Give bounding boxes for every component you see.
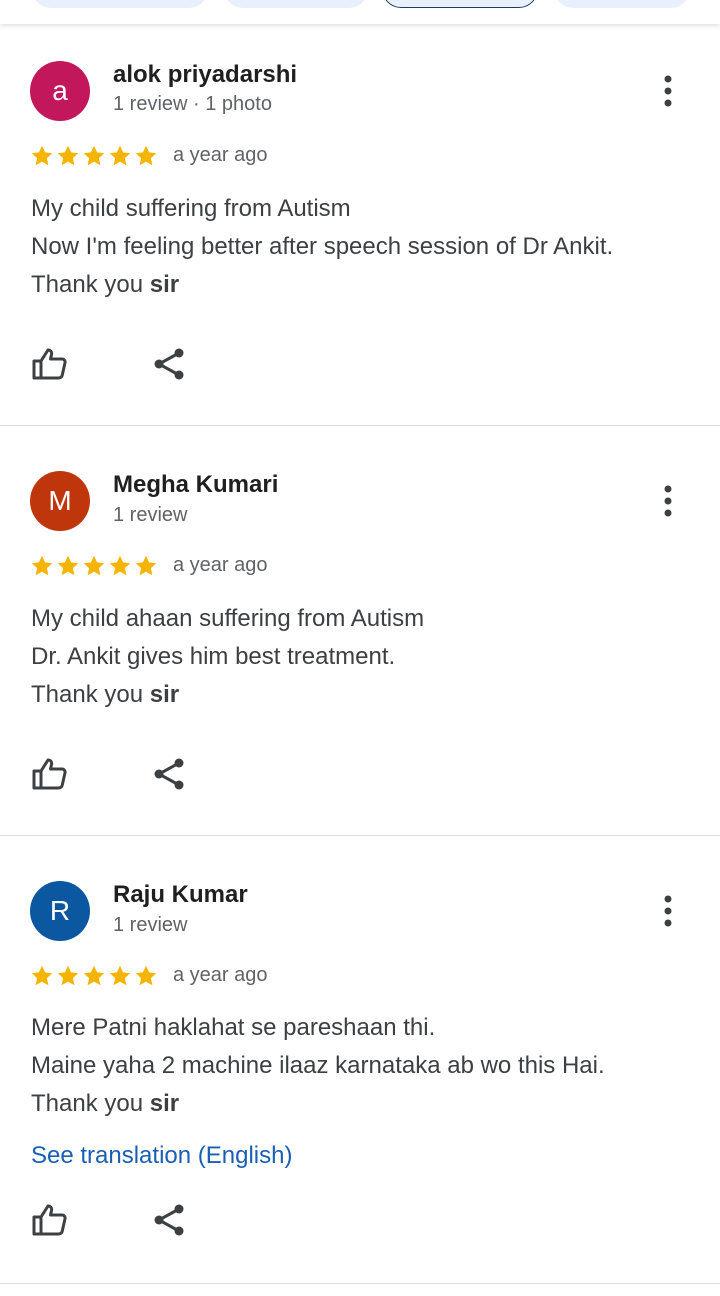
star-icon xyxy=(83,145,105,166)
reviewer-meta: 1 review xyxy=(113,914,188,936)
reviewer-meta: 1 review · 1 photo xyxy=(113,93,272,115)
review-closing: Thank you sir xyxy=(31,676,701,714)
see-translation-link[interactable]: See translation (English) xyxy=(31,1142,292,1170)
avatar[interactable]: a xyxy=(30,61,90,121)
reviewer-name[interactable]: Raju Kumar xyxy=(113,881,248,909)
review-closing: Thank you sir xyxy=(31,266,701,304)
review-time: a year ago xyxy=(173,964,268,986)
review-card: a alok priyadarshi 1 review · 1 photo a … xyxy=(0,26,720,426)
star-icon xyxy=(109,965,131,986)
thumb-up-icon xyxy=(32,1204,67,1236)
star-icon xyxy=(57,555,79,576)
closing-bold: sir xyxy=(149,271,180,298)
like-button[interactable] xyxy=(29,1200,69,1240)
review-line: My child suffering from Autism xyxy=(31,195,351,222)
filter-chip[interactable] xyxy=(224,0,368,8)
closing-bold: sir xyxy=(149,681,180,708)
star-icon xyxy=(135,965,157,986)
review-text[interactable]: My child ahaan suffering from Autism Dr.… xyxy=(31,600,701,714)
closing-text: Thank you xyxy=(31,681,150,708)
star-icon xyxy=(135,555,157,576)
share-icon xyxy=(154,758,184,790)
review-line: Now I'm feeling better after speech sess… xyxy=(31,233,614,260)
avatar[interactable]: R xyxy=(30,881,90,941)
thumb-up-icon xyxy=(32,348,67,380)
reviewer-name[interactable]: alok priyadarshi xyxy=(113,61,297,89)
review-line: Dr. Ankit gives him best treatment. xyxy=(31,643,396,670)
like-button[interactable] xyxy=(29,344,69,384)
share-button[interactable] xyxy=(149,754,189,794)
share-button[interactable] xyxy=(149,344,189,384)
review-line: Maine yaha 2 machine ilaaz karnataka ab … xyxy=(31,1052,605,1079)
star-rating xyxy=(30,144,158,168)
star-icon xyxy=(31,965,53,986)
closing-bold: sir xyxy=(149,1090,180,1117)
more-options-button[interactable] xyxy=(652,891,684,931)
more-vert-icon xyxy=(664,895,672,927)
more-options-button[interactable] xyxy=(652,71,684,111)
more-vert-icon xyxy=(664,485,672,517)
avatar[interactable]: M xyxy=(30,471,90,531)
review-line: My child ahaan suffering from Autism xyxy=(31,605,425,632)
like-button[interactable] xyxy=(29,754,69,794)
review-text[interactable]: My child suffering from Autism Now I'm f… xyxy=(31,190,701,304)
filter-chip[interactable] xyxy=(554,0,690,8)
share-button[interactable] xyxy=(149,1200,189,1240)
share-icon xyxy=(154,1204,184,1236)
thumb-up-icon xyxy=(32,758,67,790)
star-rating xyxy=(30,964,158,988)
more-vert-icon xyxy=(664,75,672,107)
star-icon xyxy=(135,145,157,166)
review-line: Mere Patni haklahat se pareshaan thi. xyxy=(31,1014,436,1041)
star-icon xyxy=(57,145,79,166)
star-icon xyxy=(31,555,53,576)
reviews-page: a alok priyadarshi 1 review · 1 photo a … xyxy=(0,0,720,1296)
filter-chip-selected[interactable] xyxy=(382,0,538,8)
reviewer-name[interactable]: Megha Kumari xyxy=(113,471,278,499)
star-icon xyxy=(31,145,53,166)
closing-text: Thank you xyxy=(31,1090,150,1117)
star-icon xyxy=(83,555,105,576)
filter-chip-bar xyxy=(0,0,720,24)
share-icon xyxy=(154,348,184,380)
review-text[interactable]: Mere Patni haklahat se pareshaan thi. Ma… xyxy=(31,1009,701,1123)
more-options-button[interactable] xyxy=(652,481,684,521)
reviewer-meta: 1 review xyxy=(113,504,188,526)
review-time: a year ago xyxy=(173,554,268,576)
review-card: R Raju Kumar 1 review a year ago Mere Pa… xyxy=(0,836,720,1284)
star-icon xyxy=(109,555,131,576)
star-rating xyxy=(30,554,158,578)
star-icon xyxy=(57,965,79,986)
closing-text: Thank you xyxy=(31,271,150,298)
review-time: a year ago xyxy=(173,144,268,166)
review-closing: Thank you sir xyxy=(31,1085,701,1123)
star-icon xyxy=(109,145,131,166)
filter-chip[interactable] xyxy=(32,0,208,8)
star-icon xyxy=(83,965,105,986)
review-card: M Megha Kumari 1 review a year ago My ch… xyxy=(0,426,720,836)
